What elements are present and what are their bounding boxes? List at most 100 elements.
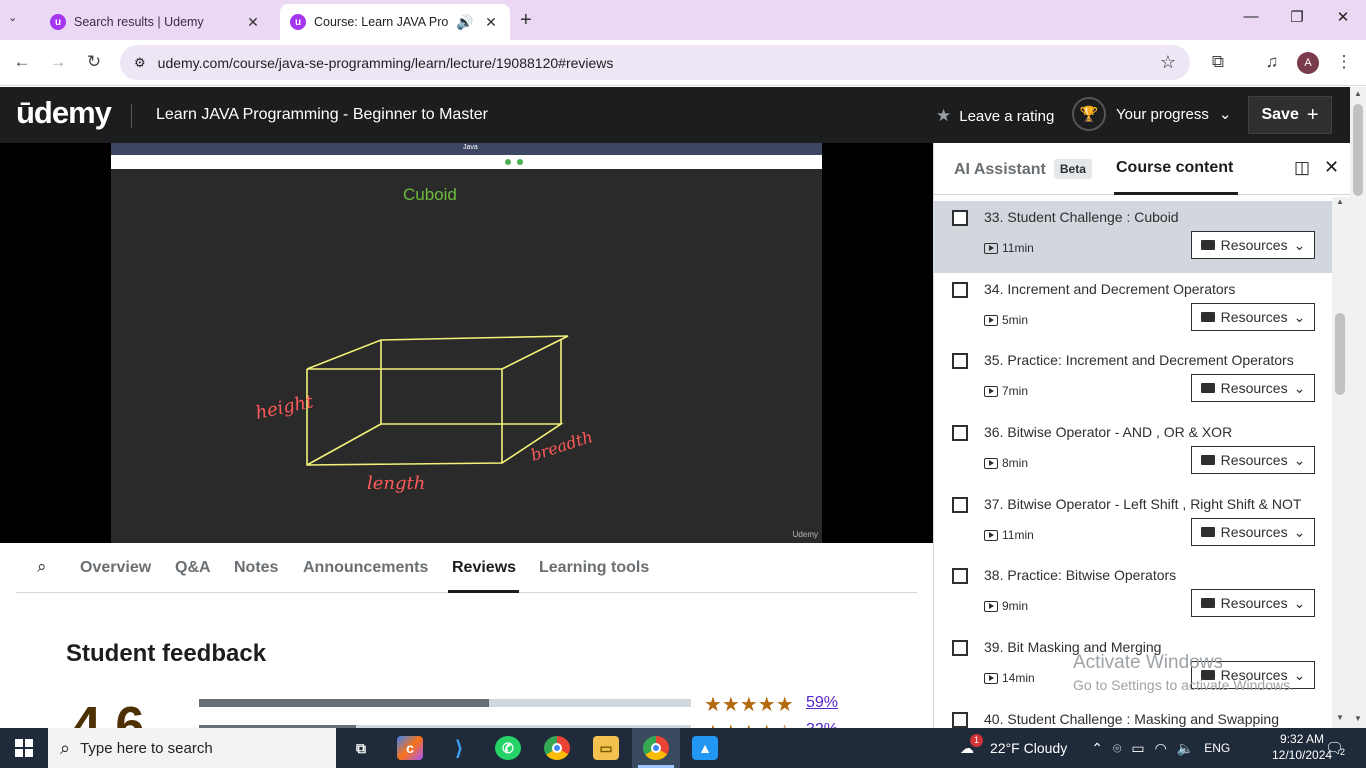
browser-tab-course[interactable]: u Course: Learn JAVA Program 🔊 ✕ (280, 4, 510, 40)
your-progress-button[interactable]: 🏆 Your progress ⌄ (1072, 97, 1231, 131)
restore-icon[interactable]: ❐ (1282, 8, 1312, 26)
file-explorer-icon[interactable]: ▭ (593, 736, 619, 760)
leave-rating-button[interactable]: ★ Leave a rating (936, 106, 1054, 126)
scroll-down-icon[interactable]: ▼ (1336, 713, 1344, 722)
forward-icon[interactable]: → (46, 52, 70, 72)
back-icon[interactable]: ← (10, 52, 34, 72)
resources-button[interactable]: Resources ⌄ (1191, 589, 1315, 617)
vscode-icon[interactable]: ⟩ (446, 736, 472, 760)
resources-button[interactable]: Resources ⌄ (1191, 518, 1315, 546)
lecture-checkbox[interactable] (952, 353, 968, 369)
address-bar[interactable]: ⚙ udemy.com/course/java-se-programming/l… (120, 45, 1190, 80)
chrome-icon[interactable] (544, 736, 570, 760)
lecture-duration: 8min (984, 456, 1028, 470)
tab-qa[interactable]: Q&A (175, 559, 211, 577)
extensions-icon[interactable]: ⧉ (1206, 52, 1230, 72)
resources-button[interactable]: Resources ⌄ (1191, 446, 1315, 474)
whatsapp-icon[interactable]: ✆ (495, 736, 521, 760)
tab-overview[interactable]: Overview (80, 559, 151, 577)
video-player[interactable]: Java Cuboid height length breadth Udemy (0, 143, 933, 543)
copilot-icon[interactable]: c (397, 736, 423, 760)
resources-button[interactable]: Resources ⌄ (1191, 303, 1315, 331)
video-icon (984, 242, 998, 254)
speaker-icon[interactable]: 🔊 (456, 14, 474, 31)
notifications-icon[interactable]: 🗨 2 (1325, 739, 1345, 757)
new-tab-button[interactable]: + (520, 9, 532, 32)
wifi-icon[interactable]: ◠ (1155, 740, 1167, 757)
lecture-checkbox[interactable] (952, 210, 968, 226)
resources-button[interactable]: Resources ⌄ (1191, 231, 1315, 259)
close-window-icon[interactable]: ✕ (1328, 8, 1358, 26)
rating-bar-5[interactable] (199, 699, 691, 707)
sidebar-header: AI Assistant Beta Course content ◫ ✕ (934, 143, 1350, 195)
tab-ai-assistant[interactable]: AI Assistant Beta (954, 159, 1092, 179)
close-tab-icon[interactable]: ✕ (244, 14, 262, 31)
rating-percent-5[interactable]: 59% (806, 694, 838, 712)
weather-icon[interactable]: ☁ 1 (960, 733, 983, 757)
browser-tab-search-results[interactable]: u Search results | Udemy ✕ (40, 4, 272, 40)
tab-title: Search results | Udemy (74, 15, 204, 29)
weather-text[interactable]: 22°F Cloudy (990, 740, 1067, 756)
scroll-up-icon[interactable]: ▲ (1336, 197, 1344, 206)
search-icon: ⌕ (60, 737, 71, 758)
meet-now-icon[interactable]: ⌾ (1113, 740, 1121, 757)
browser-menu-icon[interactable]: ⋮ (1332, 52, 1356, 72)
lecture-duration: 9min (984, 599, 1028, 613)
chevron-down-icon: ⌄ (1293, 379, 1306, 396)
page-scroll-up-icon[interactable]: ▲ (1354, 89, 1362, 98)
tab-notes[interactable]: Notes (234, 559, 278, 577)
battery-icon[interactable]: ▭ (1131, 740, 1144, 757)
folder-icon (1200, 598, 1215, 608)
search-icon[interactable]: ⌕ (37, 557, 47, 577)
page-scrollbar-thumb[interactable] (1353, 104, 1363, 196)
volume-icon[interactable]: 🔈 (1177, 740, 1194, 757)
profile-avatar[interactable]: A (1297, 52, 1319, 74)
lecture-item[interactable]: 33. Student Challenge : Cuboid 11min Res… (934, 201, 1332, 273)
course-title[interactable]: Learn JAVA Programming - Beginner to Mas… (156, 106, 488, 124)
sidebar-scrollbar[interactable] (1332, 197, 1350, 728)
clock[interactable]: 9:32 AM 12/10/2024 (1272, 731, 1332, 763)
save-button[interactable]: Save + (1248, 96, 1332, 134)
expand-panel-icon[interactable]: ◫ (1294, 158, 1310, 178)
chrome-profile-icon[interactable] (643, 736, 669, 760)
lecture-item[interactable]: 36. Bitwise Operator - AND , OR & XOR 8m… (934, 416, 1332, 488)
site-info-icon[interactable]: ⚙ (134, 55, 146, 71)
reload-icon[interactable]: ↻ (82, 52, 106, 72)
chevron-up-icon[interactable]: ⌃ (1091, 740, 1103, 757)
lecture-item[interactable]: 35. Practice: Increment and Decrement Op… (934, 344, 1332, 416)
tab-course-content[interactable]: Course content (1116, 159, 1233, 177)
lecture-item[interactable]: 37. Bitwise Operator - Left Shift , Righ… (934, 488, 1332, 560)
bookmark-star-icon[interactable]: ☆ (1160, 52, 1176, 73)
tab-reviews[interactable]: Reviews (452, 559, 516, 577)
media-control-icon[interactable]: ♫ (1260, 52, 1284, 72)
lecture-item[interactable]: 40. Student Challenge : Masking and Swap… (934, 703, 1332, 728)
page-scroll-down-icon[interactable]: ▼ (1354, 714, 1362, 723)
tab-learning-tools[interactable]: Learning tools (539, 559, 649, 577)
video-icon (984, 457, 998, 469)
chevron-down-icon: ⌄ (1293, 308, 1306, 325)
lecture-checkbox[interactable] (952, 282, 968, 298)
close-sidebar-icon[interactable]: ✕ (1324, 157, 1339, 178)
lecture-checkbox[interactable] (952, 497, 968, 513)
lecture-checkbox[interactable] (952, 425, 968, 441)
tab-announcements[interactable]: Announcements (303, 559, 428, 577)
minimize-icon[interactable]: — (1236, 8, 1266, 25)
lecture-duration: 5min (984, 313, 1028, 327)
video-icon (984, 314, 998, 326)
photos-icon[interactable]: ▲ (692, 736, 718, 760)
lecture-item[interactable]: 38. Practice: Bitwise Operators 9min Res… (934, 559, 1332, 631)
lecture-checkbox[interactable] (952, 568, 968, 584)
sidebar-scrollbar-thumb[interactable] (1335, 313, 1345, 395)
taskbar-search-box[interactable]: ⌕ Type here to search (48, 728, 336, 768)
resources-button[interactable]: Resources ⌄ (1191, 374, 1315, 402)
close-tab-icon[interactable]: ✕ (482, 14, 500, 31)
udemy-logo[interactable]: ūdemy (16, 95, 112, 131)
language-indicator[interactable]: ENG (1204, 741, 1230, 755)
lecture-checkbox[interactable] (952, 712, 968, 728)
tab-search-dropdown-icon[interactable]: ⌄ (8, 11, 17, 24)
windows-start-button[interactable] (0, 728, 48, 768)
lecture-checkbox[interactable] (952, 640, 968, 656)
windows-logo-icon (15, 739, 33, 757)
lecture-item[interactable]: 34. Increment and Decrement Operators 5m… (934, 273, 1332, 345)
task-view-icon[interactable]: ⧉ (348, 736, 374, 760)
